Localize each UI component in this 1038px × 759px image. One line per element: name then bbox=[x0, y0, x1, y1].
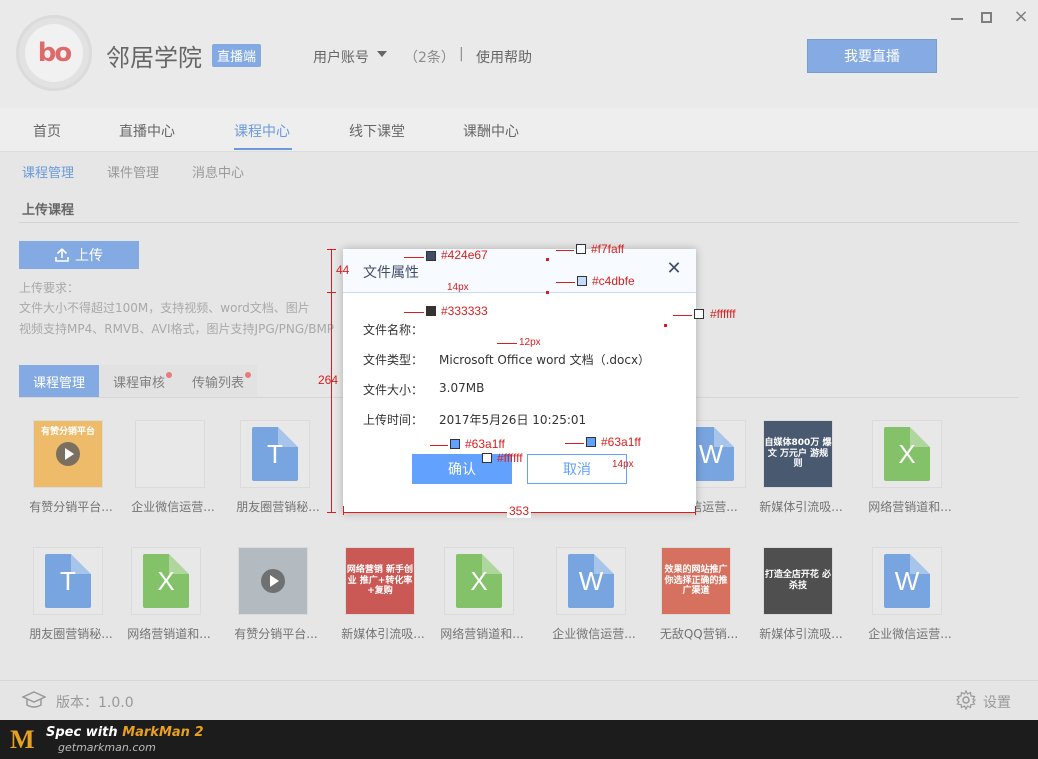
color-swatch bbox=[577, 276, 587, 286]
size-label: 12px bbox=[519, 337, 541, 348]
leader-line bbox=[673, 315, 692, 316]
dialog-header: 文件属性 ✕ bbox=[343, 249, 696, 293]
field-label: 上传时间： bbox=[363, 413, 424, 427]
color-swatch bbox=[482, 453, 492, 463]
color-swatch bbox=[426, 251, 436, 261]
measure-tick bbox=[327, 249, 336, 250]
measure-tick bbox=[343, 506, 344, 515]
field-value: Microsoft Office word 文档（.docx） bbox=[439, 353, 651, 367]
measure-tick bbox=[327, 512, 336, 513]
color-swatch bbox=[426, 306, 436, 316]
app-window: bo 邻居学院 直播端 用户账号 （2条） | 使用帮助 我要直播 × 首页 直… bbox=[0, 0, 1038, 720]
color-label: #333333 bbox=[441, 304, 488, 318]
color-swatch bbox=[450, 439, 460, 449]
measure-tick bbox=[327, 292, 336, 293]
field-label: 文件类型： bbox=[363, 353, 424, 367]
leader-line bbox=[556, 282, 575, 283]
markman-brand: MarkMan 2 bbox=[122, 725, 204, 740]
size-label: 14px bbox=[612, 459, 634, 470]
markman-title-prefix: Spec with bbox=[46, 725, 123, 740]
markman-logo: M bbox=[10, 725, 35, 754]
leader-line bbox=[404, 257, 424, 258]
leader-line bbox=[565, 443, 584, 444]
marker-point bbox=[546, 291, 549, 294]
field-value: 3.07MB bbox=[439, 381, 485, 395]
measure-label: 353 bbox=[507, 504, 532, 518]
color-label: #ffffff bbox=[497, 451, 523, 465]
color-label: #63a1ff bbox=[465, 437, 505, 451]
measure-label: 44 bbox=[336, 263, 350, 277]
color-label: #c4dbfe bbox=[592, 274, 635, 288]
size-label: 14px bbox=[447, 282, 469, 293]
color-swatch bbox=[576, 244, 586, 254]
leader-line bbox=[556, 250, 574, 251]
dialog-title: 文件属性 bbox=[363, 265, 419, 281]
field-label: 文件名称： bbox=[363, 323, 424, 337]
color-label: #63a1ff bbox=[601, 435, 641, 449]
measure-tick bbox=[695, 506, 696, 515]
field-value: 2017年5月26日 10:25:01 bbox=[439, 413, 587, 427]
color-label: #f7faff bbox=[591, 242, 625, 256]
color-swatch bbox=[586, 437, 596, 447]
marker-point bbox=[546, 258, 549, 261]
leader-line bbox=[404, 312, 424, 313]
color-swatch bbox=[694, 309, 704, 319]
markman-banner: M Spec with MarkMan 2 getmarkman.com bbox=[0, 720, 1038, 759]
markman-url: getmarkman.com bbox=[58, 741, 156, 754]
markman-title: Spec with MarkMan 2 bbox=[46, 725, 204, 740]
file-properties-dialog: 文件属性 ✕ 文件名称： 文件类型： Microsoft Office word… bbox=[343, 249, 696, 513]
field-label: 文件大小： bbox=[363, 383, 424, 397]
close-icon[interactable]: ✕ bbox=[666, 260, 682, 278]
measure-label: 264 bbox=[318, 373, 339, 387]
leader-line bbox=[430, 445, 448, 446]
color-label: #424e67 bbox=[441, 248, 488, 262]
marker-point bbox=[664, 324, 667, 327]
leader-line bbox=[497, 343, 517, 344]
color-label: #ffffff bbox=[710, 307, 736, 321]
